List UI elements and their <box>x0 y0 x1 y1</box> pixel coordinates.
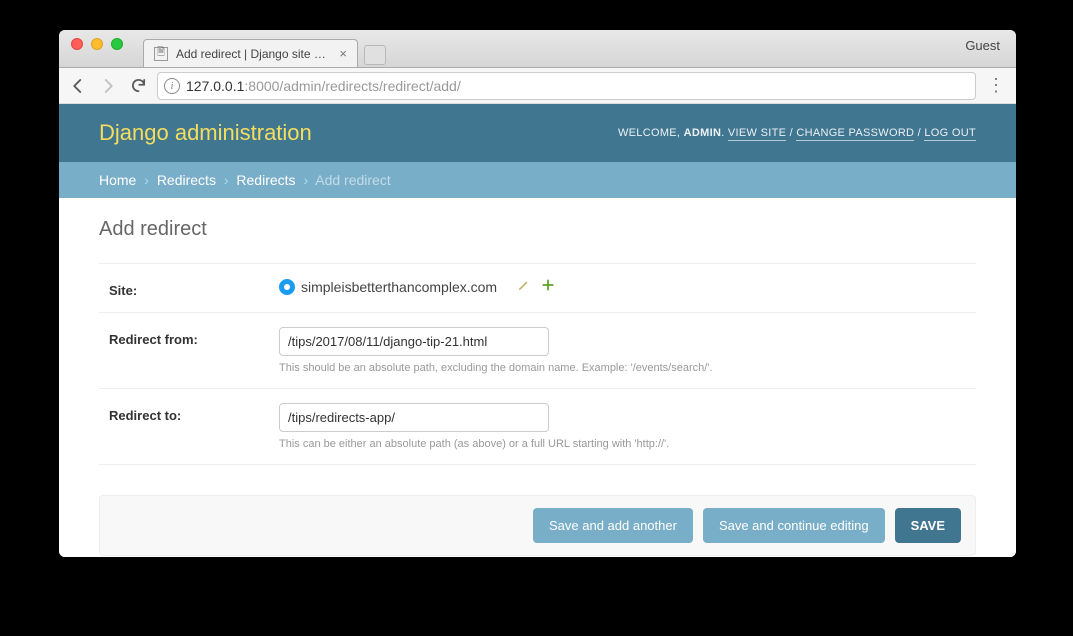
user-tools: WELCOME, ADMIN. VIEW SITE / CHANGE PASSW… <box>618 127 976 139</box>
tab-close-icon[interactable]: × <box>339 46 347 61</box>
redirect-to-input[interactable] <box>279 403 549 432</box>
username: ADMIN <box>684 127 722 139</box>
redirect-from-help: This should be an absolute path, excludi… <box>279 362 966 374</box>
site-radio-group[interactable]: simpleisbetterthancomplex.com <box>279 278 966 295</box>
browser-tab[interactable]: 🗎 Add redirect | Django site admi × <box>143 39 358 67</box>
site-label: Site: <box>109 278 279 298</box>
site-value: simpleisbetterthancomplex.com <box>301 279 497 295</box>
save-add-another-button[interactable]: Save and add another <box>533 508 693 543</box>
redirect-to-label: Redirect to: <box>109 403 279 423</box>
new-tab-button[interactable] <box>364 45 386 65</box>
url-host: 127.0.0.1 <box>186 78 244 94</box>
edit-site-icon[interactable] <box>517 278 531 295</box>
window-maximize-button[interactable] <box>111 38 123 50</box>
forward-button[interactable] <box>97 75 119 97</box>
back-button[interactable] <box>67 75 89 97</box>
window-minimize-button[interactable] <box>91 38 103 50</box>
page-favicon-icon: 🗎 <box>154 47 168 61</box>
field-redirect-to: Redirect to: This can be either an absol… <box>99 389 976 465</box>
window-close-button[interactable] <box>71 38 83 50</box>
field-redirect-from: Redirect from: This should be an absolut… <box>99 313 976 389</box>
url-path: :8000/admin/redirects/redirect/add/ <box>244 78 460 94</box>
reload-button[interactable] <box>127 75 149 97</box>
save-continue-button[interactable]: Save and continue editing <box>703 508 885 543</box>
browser-menu-button[interactable]: ⋮ <box>984 74 1008 98</box>
submit-row: Save and add another Save and continue e… <box>99 495 976 556</box>
change-password-link[interactable]: CHANGE PASSWORD <box>796 127 914 141</box>
redirect-to-help: This can be either an absolute path (as … <box>279 438 966 450</box>
titlebar: 🗎 Add redirect | Django site admi × Gues… <box>59 30 1016 68</box>
add-site-icon[interactable] <box>541 278 555 295</box>
guest-profile-label[interactable]: Guest <box>965 38 1004 59</box>
redirect-from-label: Redirect from: <box>109 327 279 347</box>
content: Add redirect Site: simpleisbetterthancom… <box>59 198 1016 557</box>
log-out-link[interactable]: LOG OUT <box>924 127 976 141</box>
tab-title: Add redirect | Django site admi <box>176 47 331 61</box>
browser-toolbar: i 127.0.0.1:8000/admin/redirects/redirec… <box>59 68 1016 104</box>
page-content: Django administration WELCOME, ADMIN. VI… <box>59 104 1016 557</box>
page-title: Add redirect <box>99 218 976 241</box>
site-title: Django administration <box>99 120 312 146</box>
field-site: Site: simpleisbetterthancomplex.com <box>99 263 976 313</box>
breadcrumb-current: Add redirect <box>315 172 390 188</box>
redirect-from-input[interactable] <box>279 327 549 356</box>
admin-header: Django administration WELCOME, ADMIN. VI… <box>59 104 1016 162</box>
view-site-link[interactable]: VIEW SITE <box>728 127 786 141</box>
breadcrumb: Home › Redirects › Redirects › Add redir… <box>59 162 1016 198</box>
radio-selected-icon[interactable] <box>279 279 295 295</box>
save-button[interactable]: SAVE <box>895 508 961 543</box>
welcome-label: WELCOME, <box>618 127 684 139</box>
browser-window: 🗎 Add redirect | Django site admi × Gues… <box>59 30 1016 557</box>
breadcrumb-redirects-app[interactable]: Redirects <box>157 172 216 188</box>
breadcrumb-redirects-model[interactable]: Redirects <box>236 172 295 188</box>
address-bar[interactable]: i 127.0.0.1:8000/admin/redirects/redirec… <box>157 72 976 100</box>
breadcrumb-home[interactable]: Home <box>99 172 136 188</box>
site-info-icon[interactable]: i <box>164 78 180 94</box>
traffic-lights <box>71 30 123 67</box>
